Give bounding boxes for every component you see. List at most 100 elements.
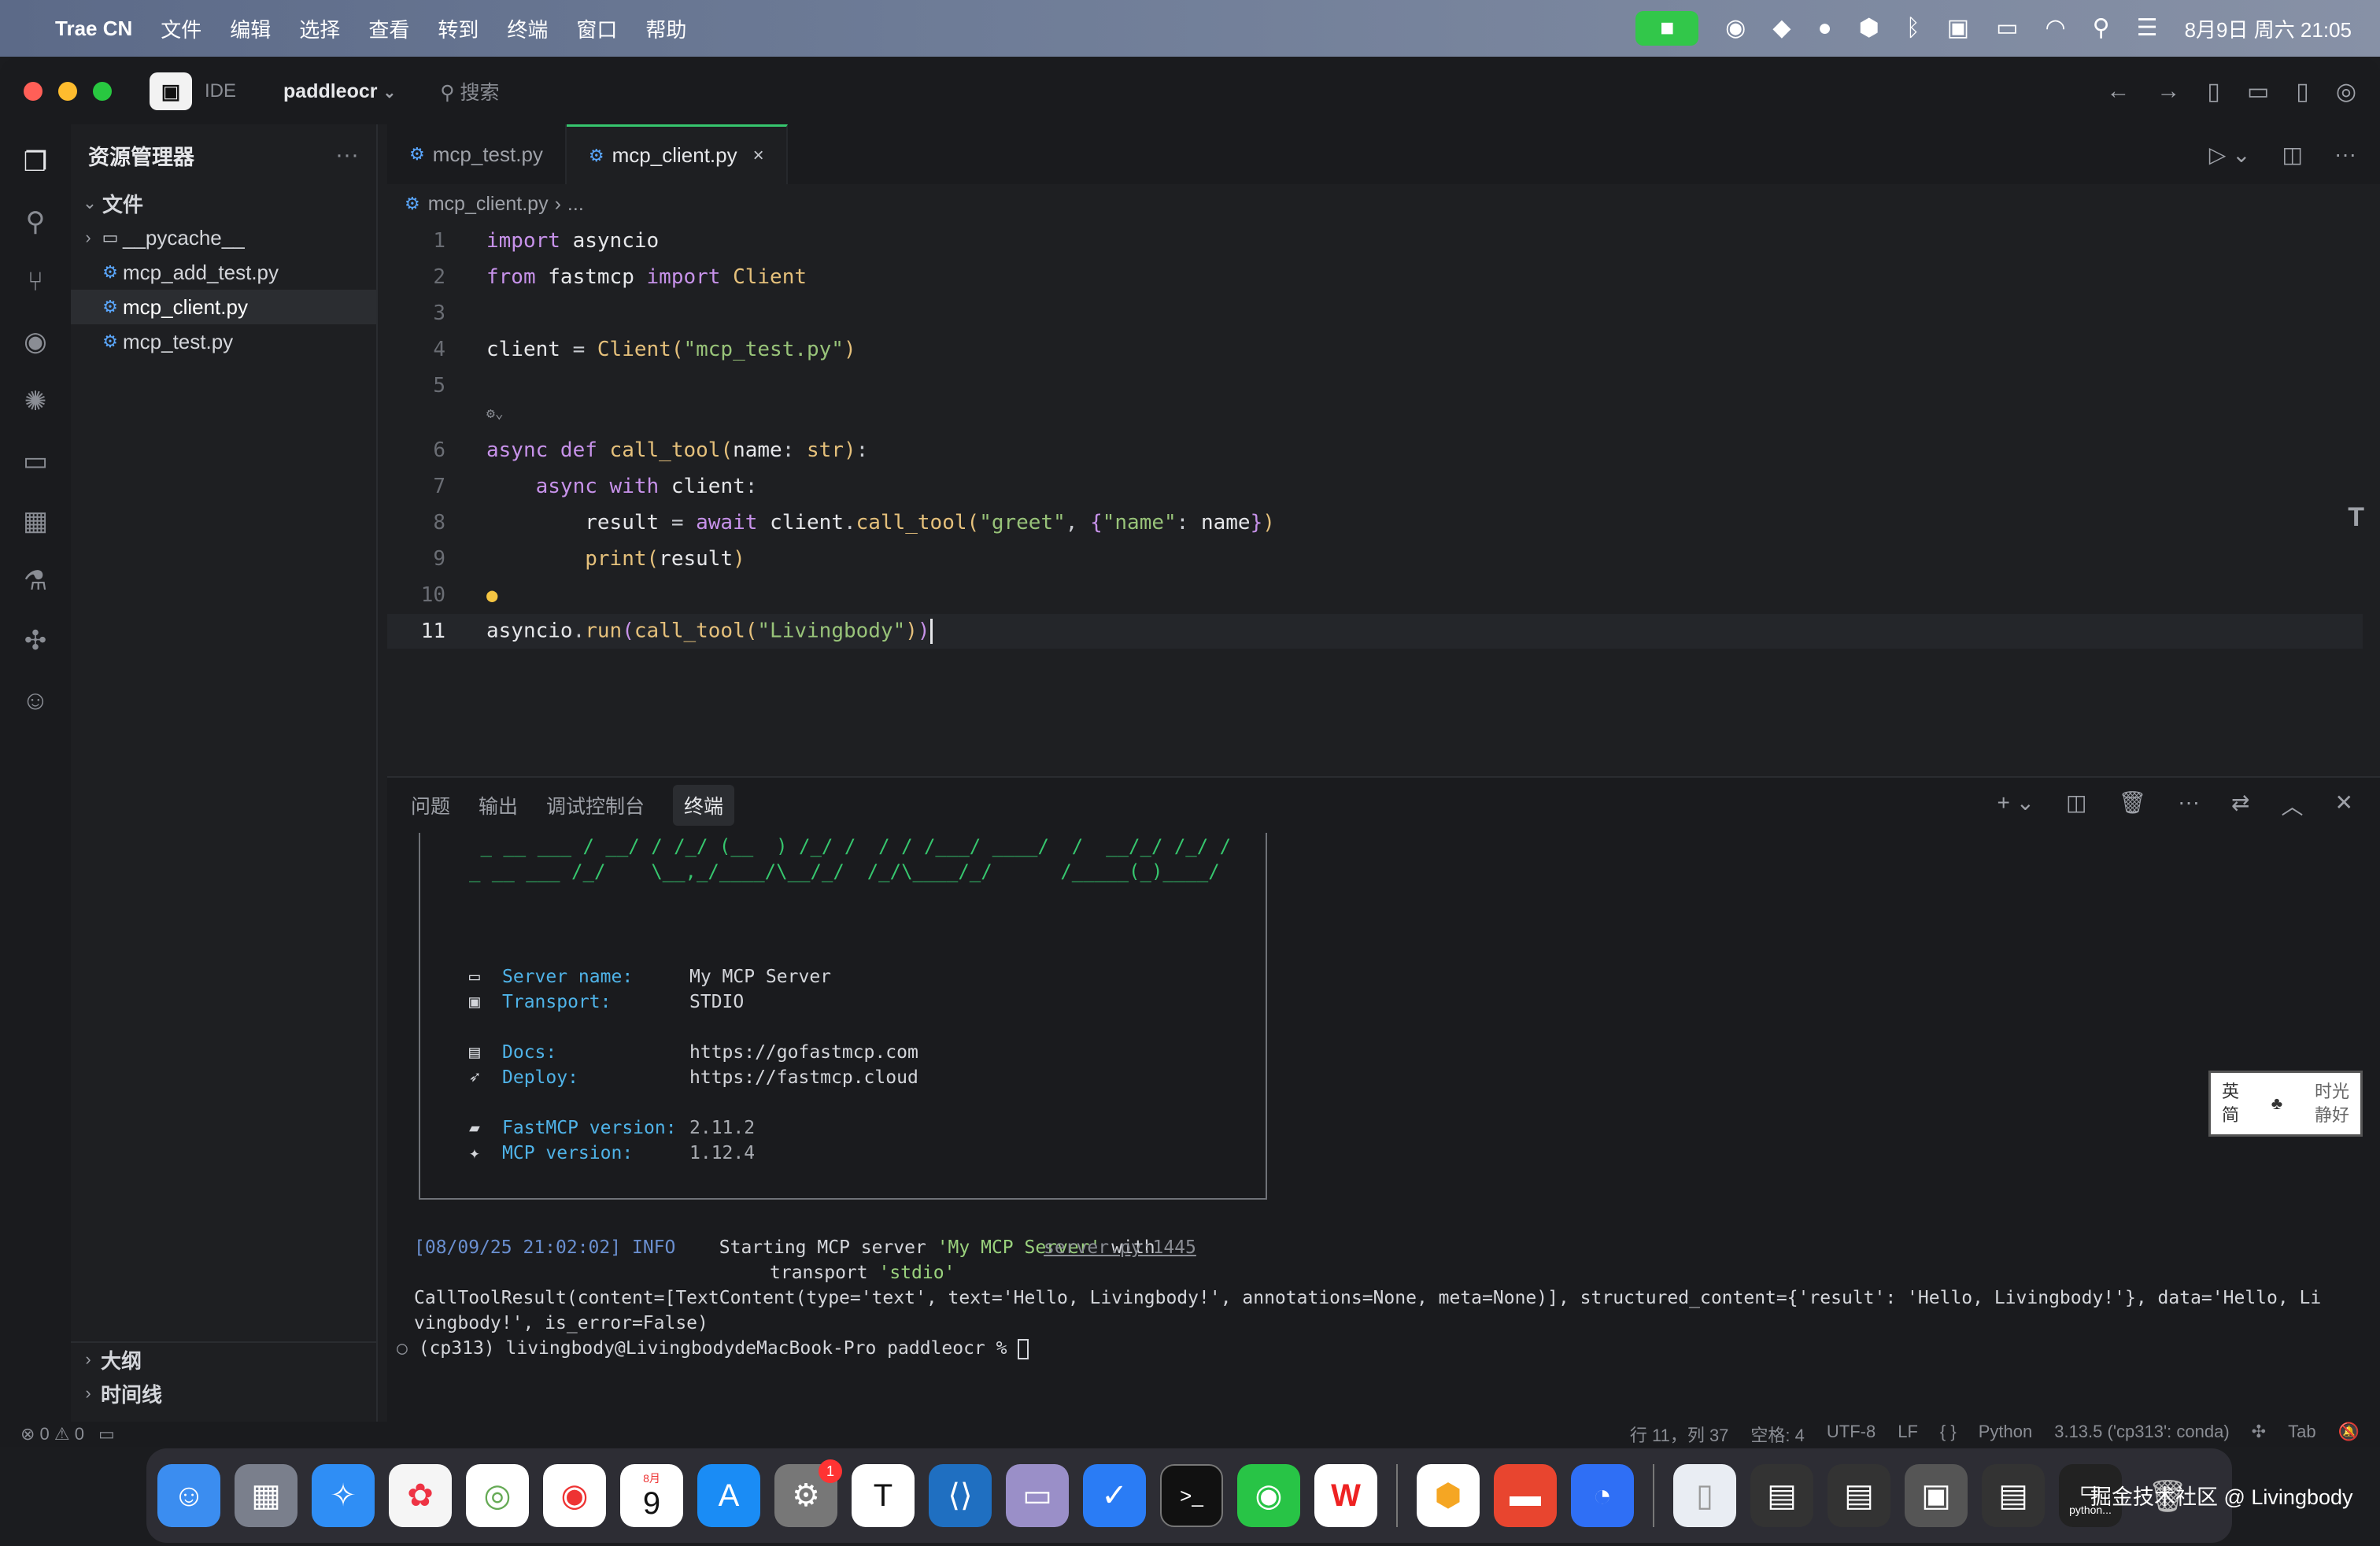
app-s-icon[interactable]: ▣ [1947,17,1969,40]
eye-icon[interactable]: ◉ [0,312,71,372]
siri-icon[interactable]: ◎ [466,1464,529,1527]
problems-status[interactable]: ⊗ 0 ⚠ 0 [20,1424,84,1444]
testing-icon[interactable]: ⚗ [0,551,71,611]
red-app-icon[interactable]: ▬ [1494,1464,1557,1527]
indentation[interactable]: 空格: 4 [1750,1422,1804,1447]
toggle-secondary-sidebar-icon[interactable]: ▯ [2296,78,2309,105]
tree-item-mcp-test[interactable]: ⚙ mcp_test.py [71,324,376,359]
terminal-output[interactable]: _ __ ___ / __/ / /_/ (__ ) /_/ / / / /__… [397,833,2363,1415]
search-box[interactable]: ⚲ 搜索 [440,77,499,105]
folder-section[interactable]: ⌄ 文件 [71,186,376,220]
more-actions-icon[interactable]: ··· [2178,790,2200,821]
breadcrumb-more[interactable]: ... [567,193,584,216]
tree-item-mcp-add-test[interactable]: ⚙ mcp_add_test.py [71,255,376,290]
trash-icon[interactable]: 🗑 [2119,790,2147,821]
codelens-icon[interactable]: ⚙⌄ [486,405,504,422]
chrome-icon[interactable]: ◉ [543,1464,606,1527]
remote-icon[interactable]: ▭ [0,431,71,491]
typora-icon[interactable]: T [852,1464,915,1527]
project-selector[interactable]: paddleocr ⌄ [283,80,396,103]
ports-icon[interactable]: ▭ [98,1424,115,1444]
close-panel-icon[interactable]: ✕ [2335,790,2353,821]
timeline-section[interactable]: › 时间线 [71,1376,378,1411]
finder-icon[interactable]: ☺ [157,1464,220,1527]
toggle-sidebar-icon[interactable]: ▯ [2207,78,2220,105]
cursor-position[interactable]: 行 11，列 37 [1630,1422,1729,1447]
new-terminal-icon[interactable]: + ⌄ [1997,790,2034,821]
todo-icon[interactable]: ✓ [1083,1464,1146,1527]
copilot-icon[interactable]: ✣ [2252,1422,2266,1447]
terminal-icon[interactable]: >_ [1160,1464,1223,1527]
tree-item-mcp-client[interactable]: ⚙ mcp_client.py [71,290,376,324]
source-control-icon[interactable]: ⑂ [0,252,71,312]
document-icon[interactable]: ▯ [1673,1464,1736,1527]
tab-output[interactable]: 输出 [479,791,518,819]
agent-icon[interactable]: ☺ [0,671,71,730]
facetime-icon[interactable]: ■ [1635,11,1699,46]
lightbulb-icon[interactable]: ● [486,584,497,606]
tab-mcp-test[interactable]: ⚙ mcp_test.py [387,124,567,184]
vscode-icon[interactable]: ⟨⟩ [929,1464,992,1527]
wps-icon[interactable]: W [1314,1464,1377,1527]
wechat-icon[interactable]: ◉ [1725,17,1746,40]
breadcrumb-file[interactable]: mcp_client.py [428,193,549,216]
outline-section[interactable]: › 大纲 [71,1341,378,1376]
menubar-datetime[interactable]: 8月9日 周六 21:05 [2185,14,2352,43]
tab-problems[interactable]: 问题 [411,791,450,819]
shape-icon[interactable]: ◆ [1772,17,1791,40]
chat-app-icon[interactable]: ◔ [1571,1464,1634,1527]
menu-edit[interactable]: 编辑 [230,14,271,43]
hexagon-app-icon[interactable]: ⬢ [1417,1464,1480,1527]
ide-mode-label[interactable]: IDE [205,80,236,102]
input-method-widget[interactable]: 英 简 ♣ 时光 静好 [2208,1071,2363,1137]
account-icon[interactable]: ◎ [2336,78,2356,105]
toggle-panel-icon[interactable]: ▭ [2247,78,2269,105]
control-center-icon[interactable]: ☰ [2137,17,2158,40]
menu-goto[interactable]: 转到 [438,14,479,43]
window-thumbnail-icon[interactable]: ▤ [1982,1464,2045,1527]
search-icon[interactable]: ⚲ [2093,17,2110,40]
system-settings-icon[interactable]: ⚙ 1 [774,1459,842,1527]
encoding[interactable]: UTF-8 [1827,1422,1876,1447]
menu-select[interactable]: 选择 [299,14,340,43]
run-icon[interactable]: ▷ ⌄ [2209,142,2251,168]
menu-app-name[interactable]: Trae CN [55,17,132,41]
mcp-icon[interactable]: ✣ [0,611,71,671]
app-store-icon[interactable]: A [697,1464,760,1527]
tab-terminal[interactable]: 终端 [673,785,735,826]
launchpad-icon[interactable]: ▦ [235,1464,298,1527]
forward-arrow-icon[interactable]: → [2156,78,2180,105]
language-mode[interactable]: Python [1979,1422,2033,1447]
window-thumbnail-icon[interactable]: ▤ [1828,1464,1890,1527]
menu-window[interactable]: 窗口 [576,14,617,43]
tab-debug-console[interactable]: 调试控制台 [546,791,645,819]
line-ending[interactable]: LF [1898,1422,1918,1447]
menu-terminal[interactable]: 终端 [507,14,548,43]
simulator-icon[interactable]: ▭ [1006,1464,1069,1527]
tab-mcp-client[interactable]: ⚙ mcp_client.py × [566,124,788,184]
window-thumbnail-icon[interactable]: ▤ [1750,1464,1813,1527]
hexagon-icon[interactable]: ⬢ [1859,17,1879,40]
close-window-button[interactable] [24,82,42,101]
circle-icon[interactable]: ● [1817,17,1831,40]
tree-item-pycache[interactable]: › ▭ __pycache__ [71,220,376,255]
debug-icon[interactable]: ✺ [0,372,71,431]
menu-help[interactable]: 帮助 [645,14,686,43]
split-editor-icon[interactable]: ◫ [2282,142,2303,168]
more-actions-icon[interactable]: ··· [335,142,359,168]
bluetooth-icon[interactable]: ᛒ [1906,17,1920,40]
search-icon[interactable]: ⚲ [0,192,71,252]
layout-icon[interactable]: ⇄ [2231,790,2249,821]
maximize-panel-icon[interactable]: ︿ [2282,790,2304,821]
menu-file[interactable]: 文件 [161,14,201,43]
menu-view[interactable]: 查看 [368,14,409,43]
split-terminal-icon[interactable]: ◫ [2066,790,2086,821]
calendar-icon[interactable]: 8月 9 [620,1464,683,1527]
extensions-icon[interactable]: ▦ [0,491,71,551]
minimize-window-button[interactable] [58,82,77,101]
python-interpreter[interactable]: 3.13.5 ('cp313': conda) [2054,1422,2229,1447]
wechat-icon[interactable]: ◉ [1237,1464,1300,1527]
explorer-icon[interactable]: ❐ [0,132,71,192]
photos-icon[interactable]: ✿ [389,1464,452,1527]
text-tool-icon[interactable]: T [2348,502,2364,533]
